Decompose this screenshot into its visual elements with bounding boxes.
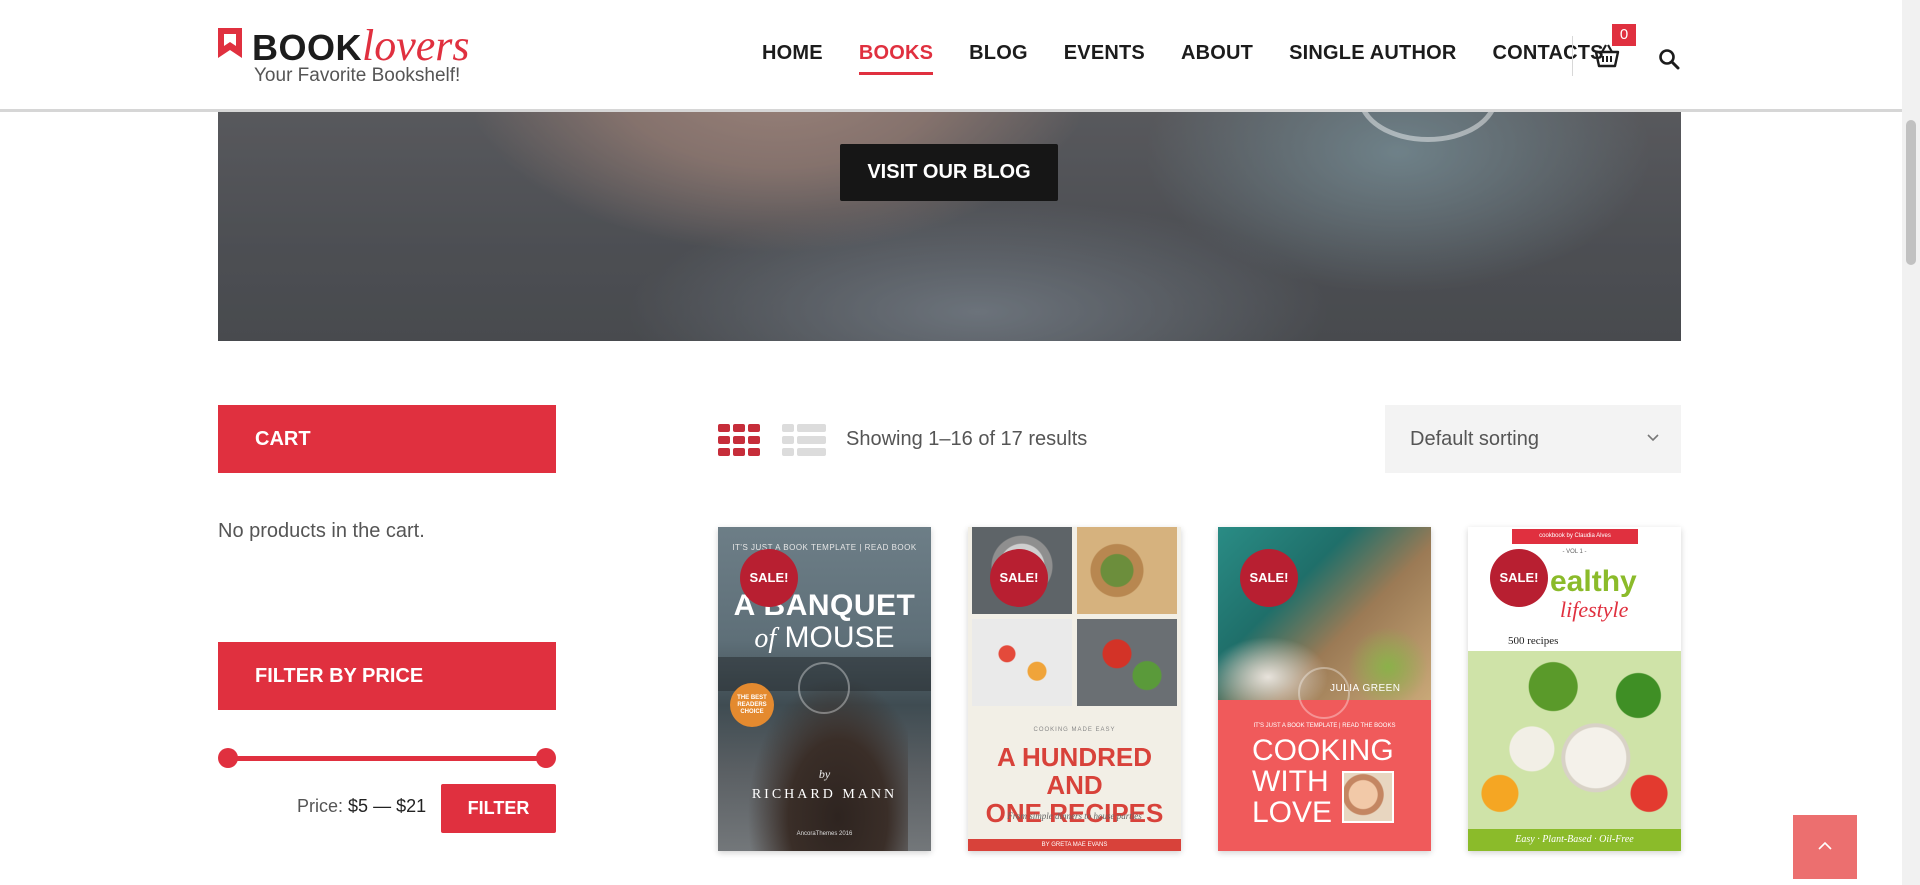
page-scrollbar[interactable] (1902, 0, 1920, 885)
cover-author-photo (1342, 771, 1394, 823)
basket-icon[interactable] (1594, 44, 1620, 68)
cover-footer: AncoraThemes 2016 (796, 831, 853, 837)
price-prefix: Price: (297, 796, 344, 816)
logo-book-text: BOOK (252, 27, 362, 68)
sale-badge: SALE! (1490, 549, 1548, 607)
nav-books[interactable]: BOOKS (858, 42, 934, 75)
nav-blog[interactable]: BLOG (969, 42, 1028, 65)
cover-author: JULIA GREEN (1330, 683, 1401, 694)
cover-by: by (818, 767, 831, 781)
sale-badge: SALE! (740, 549, 798, 607)
site-header: BOOKlovers Your Favorite Bookshelf! HOME… (0, 0, 1902, 112)
logo-tagline: Your Favorite Bookshelf! (254, 65, 461, 86)
logo-wordmark: BOOKlovers (252, 20, 470, 71)
cover-photo-tile (1077, 619, 1177, 706)
cover-footer-bar: Easy · Plant-Based · Oil-Free (1468, 829, 1681, 851)
search-icon[interactable] (1658, 48, 1680, 70)
nav-single-author[interactable]: SINGLE AUTHOR (1289, 42, 1456, 65)
product-card-cooking-with-love[interactable]: SALE! JULIA GREEN IT'S JUST A BOOK TEMPL… (1218, 527, 1431, 851)
sorting-select[interactable]: Default sorting (1385, 405, 1681, 473)
sale-badge: SALE! (990, 549, 1048, 607)
cover-title-line1: COOKING (1252, 734, 1394, 767)
price-separator: — (373, 796, 392, 816)
scroll-to-top-button[interactable] (1793, 815, 1857, 879)
nav-home[interactable]: HOME (762, 42, 823, 65)
cover-volume: - VOL 1 - (1562, 549, 1587, 555)
cover-recipes: 500 recipes (1508, 635, 1559, 647)
list-view-icon[interactable] (782, 424, 826, 456)
hero-banner: VISIT OUR BLOG (218, 112, 1681, 341)
cover-title-of: of (754, 623, 777, 654)
cover-ribbon: cookbook by Claudia Alves (1512, 529, 1638, 544)
cover-title-line1: A HUNDRED AND (996, 742, 1153, 800)
cover-title-line2: lifestyle (1560, 597, 1629, 622)
product-card-healthy-lifestyle[interactable]: cookbook by Claudia Alves - VOL 1 - ealt… (1468, 527, 1681, 851)
nav-divider (1572, 36, 1573, 76)
visit-blog-button[interactable]: VISIT OUR BLOG (840, 144, 1058, 201)
cart-count-badge[interactable]: 0 (1612, 24, 1636, 46)
cover-photo-tile (1077, 527, 1177, 614)
product-card-hundred-recipes[interactable]: SALE! COOKING MADE EASY A HUNDRED AND ON… (968, 527, 1181, 851)
cover-title-line1: ealthy (1550, 565, 1637, 598)
main-nav: HOME BOOKS BLOG EVENTS ABOUT SINGLE AUTH… (762, 42, 1640, 75)
cover-photo-tile (972, 619, 1072, 706)
price-range-track (228, 756, 546, 761)
price-range-slider[interactable] (218, 748, 556, 768)
chevron-up-icon (1818, 841, 1832, 850)
product-card-banquet-of-mouse[interactable]: SALE! IT'S JUST A BOOK TEMPLATE | READ B… (718, 527, 931, 851)
cover-small-text: COOKING MADE EASY (1033, 727, 1116, 733)
cover-subtitle: From simple dinners to house parties (1007, 811, 1142, 821)
cover-author: RICHARD MANN (751, 787, 898, 802)
logo-lovers-text: lovers (362, 21, 470, 70)
filter-button[interactable]: FILTER (441, 784, 556, 833)
cover-footer: BY GRETA MAE EVANS (1041, 842, 1108, 848)
filter-widget-title: FILTER BY PRICE (218, 642, 556, 710)
cart-widget-title: CART (218, 405, 556, 473)
cover-footer-bar: BY GRETA MAE EVANS (968, 839, 1181, 851)
chevron-down-icon (1647, 434, 1659, 442)
readers-choice-badge: THE BEST READERS CHOICE (730, 683, 774, 727)
nav-events[interactable]: EVENTS (1064, 42, 1145, 65)
nav-contacts[interactable]: CONTACTS (1493, 42, 1604, 65)
cover-image (1468, 651, 1681, 829)
cover-top-text: IT'S JUST A BOOK TEMPLATE | READ BOOK (732, 543, 917, 552)
price-min-handle[interactable] (218, 748, 238, 768)
bookmark-logo-icon (218, 28, 242, 58)
cover-footer: Easy · Plant-Based · Oil-Free (1515, 834, 1634, 845)
sale-badge: SALE! (1240, 549, 1298, 607)
nav-about[interactable]: ABOUT (1181, 42, 1253, 65)
cover-title-line2: of MOUSE (718, 621, 931, 655)
cart-empty-message: No products in the cart. (218, 520, 425, 542)
grid-view-icon[interactable] (718, 424, 762, 456)
price-range-label: Price: $5 — $21 (297, 796, 426, 817)
scrollbar-thumb[interactable] (1906, 120, 1916, 265)
cover-small-text: IT'S JUST A BOOK TEMPLATE | READ THE BOO… (1253, 723, 1396, 729)
cover-title-mouse: MOUSE (784, 621, 895, 654)
price-max-value: $21 (396, 796, 427, 816)
result-count: Showing 1–16 of 17 results (846, 428, 1088, 450)
price-max-handle[interactable] (536, 748, 556, 768)
sorting-selected-value: Default sorting (1410, 428, 1539, 450)
copyright-watermark-icon (798, 662, 850, 714)
price-min-value: $5 (348, 796, 369, 816)
